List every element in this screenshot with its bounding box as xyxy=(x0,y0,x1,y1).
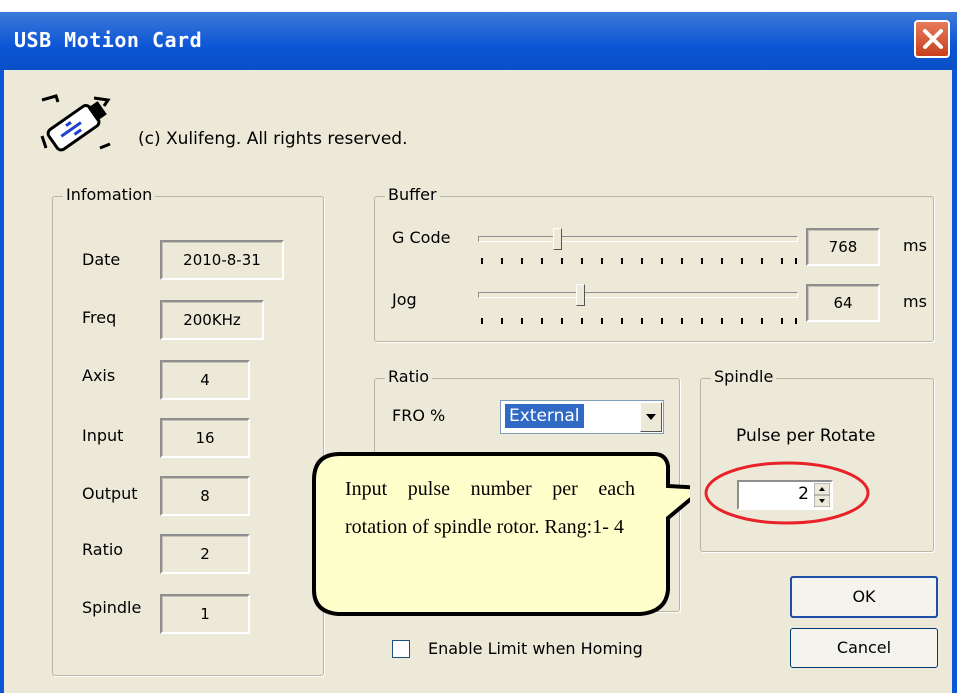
buffer-group-label: Buffer xyxy=(385,185,440,204)
input-label: Input xyxy=(82,426,124,445)
highlight-ellipse xyxy=(704,461,870,525)
top-margin xyxy=(0,0,957,12)
input-field: 16 xyxy=(160,418,250,458)
cancel-button[interactable]: Cancel xyxy=(790,628,938,668)
jog-buffer-field: 64 xyxy=(806,284,880,322)
chevron-down-icon xyxy=(646,414,656,420)
freq-field: 200KHz xyxy=(160,300,264,340)
close-icon xyxy=(923,29,943,49)
date-field: 2010-8-31 xyxy=(160,240,284,280)
enable-limit-label[interactable]: Enable Limit when Homing xyxy=(428,639,643,658)
close-button[interactable] xyxy=(914,20,950,58)
copyright-text: (c) Xulifeng. All rights reserved. xyxy=(138,129,408,149)
enable-limit-checkbox[interactable] xyxy=(392,640,410,658)
gcode-unit: ms xyxy=(903,236,927,255)
spindle-info-field: 1 xyxy=(160,594,250,634)
freq-label: Freq xyxy=(82,308,117,327)
ok-button[interactable]: OK xyxy=(790,576,938,618)
spindle-group-label: Spindle xyxy=(711,367,777,386)
callout-text: Input pulse number per each rotation of … xyxy=(345,478,635,538)
window-title: USB Motion Card xyxy=(14,28,203,52)
gcode-slider-thumb[interactable] xyxy=(553,228,562,250)
usb-device-icon xyxy=(40,94,111,152)
axis-label: Axis xyxy=(82,366,116,385)
fro-select[interactable]: External xyxy=(500,400,664,434)
information-group-label: Infomation xyxy=(63,185,156,204)
gcode-slider-ticks xyxy=(481,258,797,264)
gcode-buffer-field: 768 xyxy=(806,228,880,266)
jog-slider-ticks xyxy=(481,318,797,324)
spindle-info-label: Spindle xyxy=(82,598,142,617)
fro-selected-value: External xyxy=(504,403,585,429)
gcode-slider-track[interactable] xyxy=(478,236,798,242)
jog-slider-thumb[interactable] xyxy=(576,284,585,306)
window-border-left xyxy=(0,70,4,693)
dialog-window: USB Motion Card (c) Xulifeng. All rights… xyxy=(0,0,957,693)
jog-label: Jog xyxy=(392,290,417,309)
ratio-info-label: Ratio xyxy=(82,540,124,559)
ratio-group-label: Ratio xyxy=(385,367,433,386)
fro-dropdown-button[interactable] xyxy=(640,402,662,432)
gcode-label: G Code xyxy=(392,228,451,247)
jog-slider-track[interactable] xyxy=(478,292,798,298)
output-label: Output xyxy=(82,484,138,503)
date-label: Date xyxy=(82,250,121,269)
pulse-per-rotate-label: Pulse per Rotate xyxy=(736,426,876,446)
jog-unit: ms xyxy=(903,292,927,311)
output-field: 8 xyxy=(160,476,250,516)
fro-label: FRO % xyxy=(392,406,446,425)
window-border-right xyxy=(952,70,957,693)
axis-field: 4 xyxy=(160,360,250,400)
ratio-info-field: 2 xyxy=(160,534,250,574)
